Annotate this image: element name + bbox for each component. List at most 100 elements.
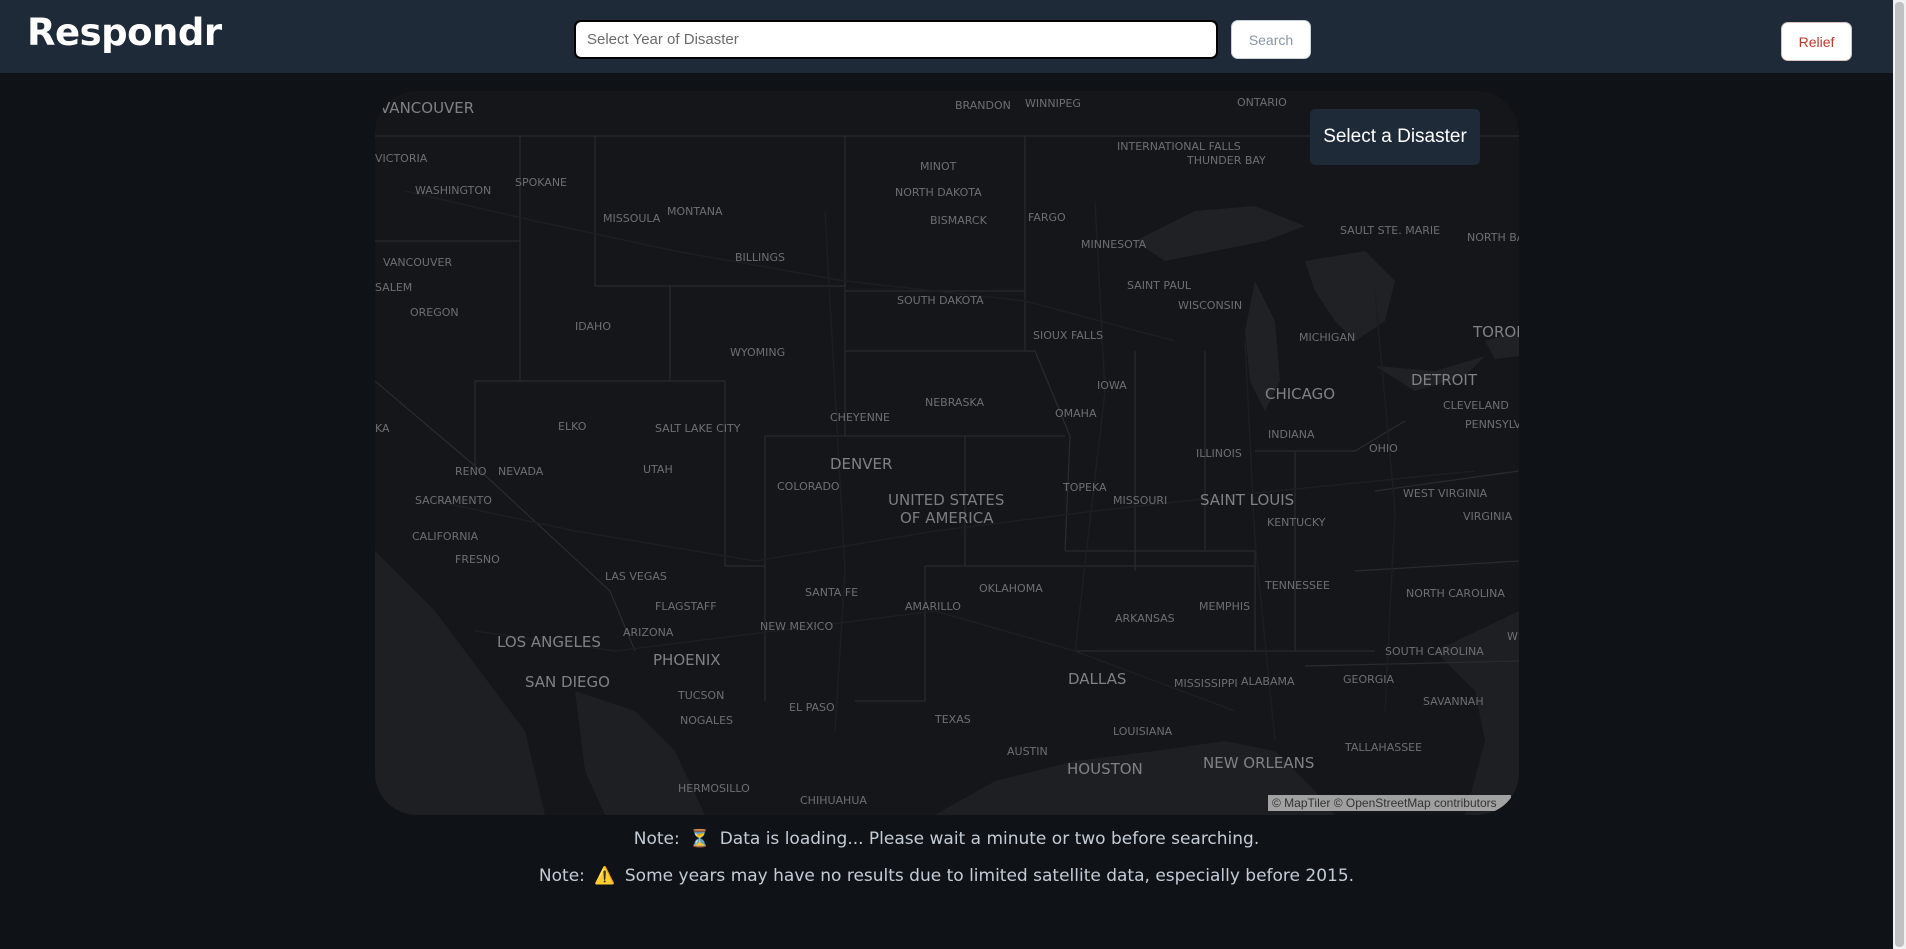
map-label: Arkansas [1115,612,1175,625]
note-prefix: Note: [538,866,585,886]
map-label: North Dakota [895,186,982,199]
map-label: Elko [558,420,587,433]
note-text: Some years may have no results due to li… [624,866,1355,886]
map-label: Missoula [603,212,661,225]
map-label: Georgia [1343,673,1395,686]
map-label: Dallas [1068,670,1127,688]
note-text: Data is loading... Please wait a minute … [719,829,1260,849]
map-label: Colorado [777,480,840,493]
map-label: El Paso [789,701,835,714]
map-label: Washington [415,184,492,197]
map-label: Cheyenne [830,411,890,424]
map-label: Ontario [1237,96,1287,109]
map-label: Alabama [1241,675,1295,688]
map-label: New Mexico [760,620,834,633]
map-label: South Dakota [897,294,984,307]
map-label: Hermosillo [678,782,750,795]
map-label: Sioux Falls [1033,329,1104,342]
map-label: Mississippi [1174,677,1238,690]
note-prefix: Note: [633,829,680,849]
map-label: Cleveland [1443,399,1509,412]
map-label: Houston [1067,760,1143,778]
map-label: Reno [455,465,487,478]
scrollbar-thumb[interactable] [1895,2,1904,947]
map-label: ka [375,422,390,435]
map-attribution[interactable]: © MapTiler © OpenStreetMap contributors [1268,795,1511,811]
map-label: Spokane [515,176,567,189]
map-label: South Carolina [1385,645,1484,658]
map-label: Los Angeles [497,633,601,651]
loading-note: Note: ⏳ Data is loading... Please wait a… [0,829,1893,849]
map-label: Pennsylv [1465,418,1519,431]
map-label: Louisiana [1113,725,1173,738]
map-label: Phoenix [653,651,721,669]
relief-button[interactable]: Relief [1781,22,1852,61]
map-label: Wisconsin [1178,299,1243,312]
map-label: San Diego [525,673,610,691]
map-label: Nebraska [925,396,984,409]
map-label: Amarillo [905,600,961,613]
map-label: West Virginia [1403,487,1488,500]
map-label: Vancouver [380,99,475,117]
map-label: Winnipeg [1025,97,1081,110]
page-scrollbar[interactable] [1893,0,1906,949]
map-label: Santa Fe [805,586,859,599]
map-label: Denver [830,455,893,473]
search-button[interactable]: Search [1231,20,1311,59]
map-label: Indiana [1268,428,1315,441]
map-label: Fargo [1028,211,1066,224]
map-label: Omaha [1055,407,1097,420]
map-label: Montana [667,205,723,218]
map-label: Topeka [1063,481,1107,494]
map-label: Kentucky [1267,516,1326,529]
map-label: Minot [920,160,957,173]
map-label: Sault Ste. Marie [1340,224,1441,237]
map-label: Vancouver [383,256,453,269]
map-label: Thunder Bay [1187,154,1266,167]
brand-logo[interactable]: Respondr [27,11,222,54]
map-label: Ohio [1369,442,1398,455]
map-label: Nogales [680,714,733,727]
map-basemap [375,135,1519,815]
map-label: Wyoming [730,346,786,359]
map-label: Las Vegas [605,570,667,583]
map-label: Memphis [1199,600,1251,613]
map-label: North Carolina [1406,587,1505,600]
disaster-map[interactable]: Vancouver Victoria Washington Spokane Mi… [375,91,1519,815]
map-label: Toron [1473,323,1519,341]
top-navbar: Respondr Search Relief [0,0,1906,73]
map-label: of America [900,509,994,527]
map-label: California [412,530,479,543]
map-label: Texas [935,713,971,726]
map-label: Oklahoma [979,582,1043,595]
map-label: Saint Paul [1127,279,1192,292]
map-label: Oregon [410,306,459,319]
map-label: Detroit [1411,371,1478,389]
year-search-input[interactable] [574,20,1218,59]
map-label: Tallahassee [1345,741,1423,754]
map-label: Salem [375,281,413,294]
map-label: Arizona [623,626,674,639]
select-disaster-button[interactable]: Select a Disaster [1310,109,1480,165]
map-label: New Orleans [1203,754,1315,772]
map-label: Iowa [1097,379,1127,392]
map-label: Savannah [1423,695,1484,708]
map-label: Flagstaff [655,600,717,613]
warning-icon: ⚠️ [594,866,616,886]
map-label: Nevada [498,465,544,478]
map-label: Austin [1007,745,1048,758]
map-label: Fresno [455,553,500,566]
map-label: Idaho [575,320,611,333]
map-label: United States [888,491,1005,509]
map-label: Virginia [1463,510,1513,523]
map-label: North Ba [1467,231,1519,244]
map-label: Brandon [955,99,1011,112]
map-label: Chicago [1265,385,1336,403]
map-label: Tennessee [1265,579,1330,592]
map-label: Chihuahua [800,794,867,807]
map-label: International Falls [1117,140,1241,153]
map-label: Michigan [1299,331,1356,344]
map-label: Saint Louis [1200,491,1295,509]
map-label: Bismarck [930,214,987,227]
map-label: Wi [1507,630,1519,643]
